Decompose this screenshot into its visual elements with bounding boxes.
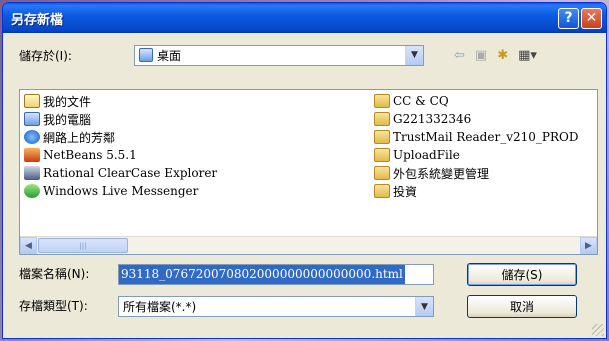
list-item[interactable]: TrustMail Reader_v210_PROD <box>374 128 578 146</box>
folder-icon <box>374 94 390 108</box>
up-folder-icon[interactable]: ▣ <box>475 48 487 63</box>
save-in-value: 桌面 <box>157 48 182 63</box>
filename-row: 檔案名稱(N): <box>19 265 89 282</box>
close-button[interactable]: ✕ <box>581 7 602 29</box>
my-computer-icon <box>24 112 40 126</box>
help-button[interactable]: ? <box>558 7 579 29</box>
messenger-icon <box>24 184 40 198</box>
horizontal-scrollbar[interactable]: ◀ ||| ▶ <box>20 236 597 254</box>
list-item[interactable]: 網路上的芳鄰 <box>24 128 217 146</box>
list-item[interactable]: 外包系統變更管理 <box>374 164 578 182</box>
list-item[interactable]: UploadFile <box>374 146 578 164</box>
filename-input[interactable]: 93118_076720070802000000000000000.html <box>118 264 434 285</box>
file-list[interactable]: 我的文件 我的電腦 網路上的芳鄰 NetBeans 5.5.1 Rational… <box>19 89 598 255</box>
desktop-icon <box>139 48 153 62</box>
filetype-combo[interactable]: 所有檔案(*.*) ▼ <box>118 296 434 317</box>
scroll-right-icon[interactable]: ▶ <box>580 237 597 254</box>
new-folder-icon[interactable]: ✱ <box>497 48 508 63</box>
netbeans-icon <box>24 148 40 162</box>
list-item[interactable]: Windows Live Messenger <box>24 182 217 200</box>
cancel-button[interactable]: 取消 <box>467 295 577 318</box>
list-item[interactable]: CC & CQ <box>374 92 578 110</box>
folder-icon <box>374 130 390 144</box>
chevron-down-icon[interactable]: ▼ <box>405 45 423 65</box>
filetype-row: 存檔類型(T): <box>19 297 88 314</box>
view-menu-icon[interactable]: ▦▾ <box>518 48 537 63</box>
clearcase-icon <box>24 166 40 180</box>
scroll-thumb[interactable]: ||| <box>38 238 128 253</box>
save-as-dialog: 另存新檔 ? ✕ 儲存於(I): 桌面 ▼ ⇦ ▣ ✱ ▦▾ 我的文件 我的電腦… <box>2 2 607 339</box>
list-item[interactable]: 我的文件 <box>24 92 217 110</box>
list-item[interactable]: 投資 <box>374 182 578 200</box>
folder-icon <box>374 148 390 162</box>
file-list-col-2: CC & CQ G221332346 TrustMail Reader_v210… <box>374 92 578 200</box>
save-in-row: 儲存於(I): 桌面 ▼ ⇦ ▣ ✱ ▦▾ <box>19 43 598 67</box>
list-item[interactable]: G221332346 <box>374 110 578 128</box>
list-item[interactable]: 我的電腦 <box>24 110 217 128</box>
network-places-icon <box>24 130 40 144</box>
list-item[interactable]: Rational ClearCase Explorer <box>24 164 217 182</box>
file-list-col-1: 我的文件 我的電腦 網路上的芳鄰 NetBeans 5.5.1 Rational… <box>24 92 217 200</box>
filename-value: 93118_076720070802000000000000000.html <box>119 265 405 284</box>
back-icon[interactable]: ⇦ <box>454 48 465 63</box>
dialog-title: 另存新檔 <box>11 12 64 28</box>
filetype-label: 存檔類型(T): <box>19 299 88 313</box>
filetype-value: 所有檔案(*.*) <box>123 300 197 314</box>
filename-label: 檔案名稱(N): <box>19 267 90 281</box>
folder-icon <box>374 112 390 126</box>
resize-grip-icon[interactable] <box>592 324 604 336</box>
folder-icon <box>374 184 390 198</box>
folder-icon <box>374 166 390 180</box>
chevron-down-icon[interactable]: ▼ <box>415 297 433 316</box>
nav-toolbar: ⇦ ▣ ✱ ▦▾ <box>454 48 537 63</box>
save-in-combo[interactable]: 桌面 ▼ <box>134 44 424 66</box>
title-bar[interactable]: 另存新檔 ? ✕ <box>3 3 606 33</box>
scroll-left-icon[interactable]: ◀ <box>20 237 37 254</box>
save-in-label: 儲存於(I): <box>19 48 72 63</box>
my-documents-icon <box>24 94 40 108</box>
save-button[interactable]: 儲存(S) <box>467 263 577 286</box>
list-item[interactable]: NetBeans 5.5.1 <box>24 146 217 164</box>
